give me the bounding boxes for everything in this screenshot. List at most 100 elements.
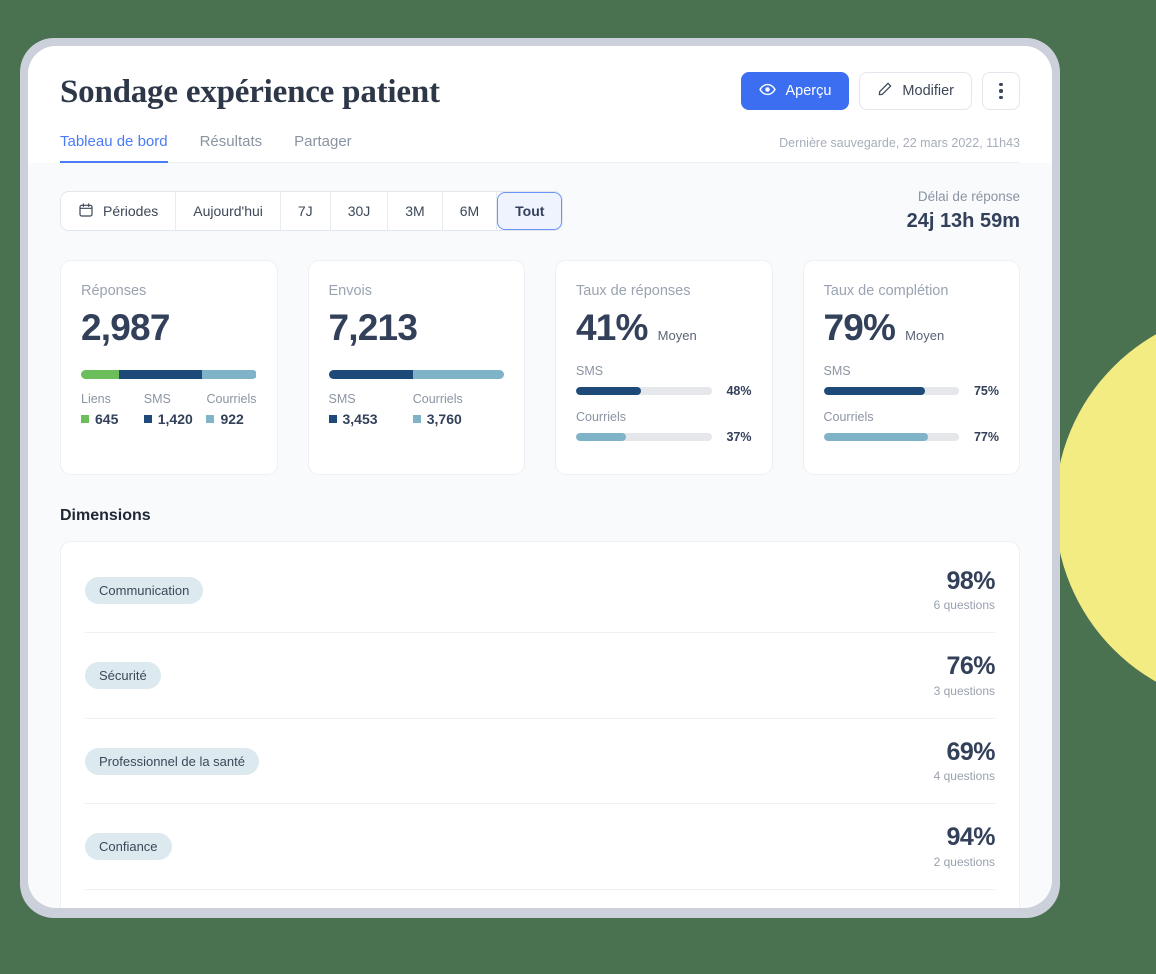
header-bottom-row: Tableau de bord Résultats Partager Derni…	[60, 132, 1020, 164]
dimension-pill: Sécurité	[85, 662, 161, 690]
last-saved-text: Dernière sauvegarde, 22 mars 2022, 11h43	[779, 136, 1020, 151]
legend-swatch-navy	[328, 414, 337, 423]
stat-card-sends: Envois 7,213 SMS 3,453 Courriels 3,760	[307, 260, 525, 475]
stat-value: 41%	[576, 307, 648, 349]
period-30d[interactable]: 30J	[330, 192, 389, 231]
stat-suffix: Moyen	[657, 328, 697, 344]
mini-label: Courriels	[576, 409, 627, 424]
dimension-metrics: 94% 2 questions	[933, 823, 996, 869]
dimension-question-count: 2 questions	[933, 854, 995, 869]
periods-picker-button[interactable]: Périodes	[61, 192, 177, 231]
page-title: Sondage expérience patient	[60, 74, 440, 110]
period-all[interactable]: Tout	[497, 192, 563, 231]
stacked-segment-sms	[118, 369, 203, 379]
mini-label: SMS	[823, 363, 851, 378]
dimension-question-count: 4 questions	[933, 769, 995, 784]
stat-title: Envois	[328, 283, 373, 300]
dimension-row[interactable]: Sécurité 76% 3 questions	[85, 633, 996, 719]
app-header: Sondage expérience patient Aperçu Modifi…	[28, 46, 1052, 164]
mini-progress-rows: SMS 48% Courriels 37%	[576, 364, 752, 456]
dimension-score: 69%	[946, 737, 995, 766]
legend-swatch-green	[81, 414, 89, 423]
stat-value-row: 41% Moyen	[576, 307, 752, 350]
mini-progress-group: Courriels 37%	[576, 410, 752, 444]
stacked-segment-liens	[81, 369, 119, 379]
preview-button[interactable]: Aperçu	[741, 72, 850, 110]
mini-label: SMS	[576, 363, 604, 378]
response-delay-value: 24j 13h 59m	[906, 210, 1020, 233]
eye-icon	[759, 81, 777, 102]
tab-results[interactable]: Résultats	[200, 133, 263, 163]
response-delay-block: Délai de réponse 24j 13h 59m	[907, 189, 1020, 233]
legend-item: Liens 645	[81, 392, 144, 427]
period-3m[interactable]: 3M	[388, 192, 443, 231]
legend-swatch-lightblue	[412, 414, 421, 423]
stat-value-row: 2,987	[81, 307, 257, 350]
legend-value-text: 645	[95, 410, 119, 427]
mini-progress-rows: SMS 75% Courriels 77%	[823, 363, 999, 456]
mini-progress-group: Courriels 77%	[823, 409, 999, 444]
legend-value: 3,760	[412, 411, 463, 427]
mini-track	[576, 432, 712, 441]
legend-value: 645	[81, 411, 144, 427]
dimension-metrics: 98% 6 questions	[933, 567, 996, 613]
stat-value: 2,987	[81, 307, 170, 349]
legend-name: Courriels	[412, 391, 463, 406]
legend-swatch-lightblue	[206, 414, 215, 423]
legend-value-text: 922	[220, 410, 244, 427]
stat-card-completion-rate: Taux de complétion 79% Moyen SMS 75% Cou…	[802, 260, 1020, 475]
tab-share[interactable]: Partager	[294, 133, 352, 163]
legend-value: 1,420	[143, 411, 207, 427]
legend-swatch-navy	[143, 414, 152, 423]
edit-button[interactable]: Modifier	[859, 72, 972, 110]
dimension-row[interactable]: Communication 98% 6 questions	[85, 548, 996, 634]
period-6m[interactable]: 6M	[442, 192, 498, 231]
stat-title: Réponses	[81, 283, 147, 300]
dimension-question-count: 6 questions	[933, 598, 995, 613]
dimensions-section-title: Dimensions	[60, 506, 151, 524]
preview-button-label: Aperçu	[785, 83, 832, 99]
mini-fill-courriels	[823, 432, 928, 441]
stat-value: 79%	[823, 307, 896, 349]
mini-fill-sms	[823, 386, 926, 395]
stat-card-response-rate: Taux de réponses 41% Moyen SMS 48% Courr…	[555, 260, 773, 475]
legend-name: SMS	[328, 391, 356, 406]
stat-title: Taux de réponses	[576, 283, 691, 300]
filter-row: Périodes Aujourd'hui 7J 30J 3M 6M Tout D…	[60, 189, 1020, 233]
dimension-score: 76%	[946, 652, 995, 681]
dimension-row[interactable]: Professionnel de la santé 69% 4 question…	[85, 719, 996, 805]
legend-value: 3,453	[328, 411, 413, 427]
stacked-bar	[328, 369, 505, 379]
stacked-segment-courriels	[412, 369, 504, 379]
mini-percent: 77%	[973, 429, 999, 444]
dimension-metrics: 76% 3 questions	[934, 652, 996, 698]
period-7d[interactable]: 7J	[280, 192, 331, 231]
dimension-score: 94%	[946, 823, 995, 852]
legend-name: SMS	[143, 391, 171, 406]
mini-percent: 37%	[726, 429, 752, 444]
dimension-pill: Communication	[85, 576, 204, 604]
legend-item: Courriels 922	[206, 392, 256, 427]
mini-label: Courriels	[823, 409, 874, 424]
tab-dashboard[interactable]: Tableau de bord	[60, 133, 168, 164]
decorative-yellow-circle	[1055, 308, 1156, 708]
dimension-pill: Professionnel de la santé	[85, 747, 259, 775]
kebab-menu-icon	[999, 82, 1003, 100]
period-today[interactable]: Aujourd'hui	[176, 192, 281, 231]
app-window: Sondage expérience patient Aperçu Modifi…	[28, 46, 1052, 908]
stat-cards-grid: Réponses 2,987 Liens 645 SMS 1,420 Courr…	[60, 260, 1020, 475]
mini-progress-group: SMS 75%	[823, 363, 999, 398]
dimension-row[interactable]: Accessibilité 83% 3 questions	[85, 890, 995, 908]
stat-value-row: 79% Moyen	[824, 307, 1000, 350]
periods-label: Périodes	[103, 203, 159, 220]
mini-line: 77%	[823, 429, 999, 444]
legend-item: SMS 3,453	[328, 391, 413, 427]
mini-track	[576, 386, 712, 395]
more-options-button[interactable]	[982, 72, 1020, 110]
dimension-row[interactable]: Confiance 94% 2 questions	[85, 804, 996, 890]
stacked-segment-courriels	[202, 369, 257, 379]
stat-card-responses: Réponses 2,987 Liens 645 SMS 1,420 Courr…	[60, 260, 278, 475]
stat-suffix: Moyen	[905, 328, 945, 344]
dimension-metrics: 69% 4 questions	[933, 737, 996, 784]
legend-value: 922	[206, 411, 256, 427]
